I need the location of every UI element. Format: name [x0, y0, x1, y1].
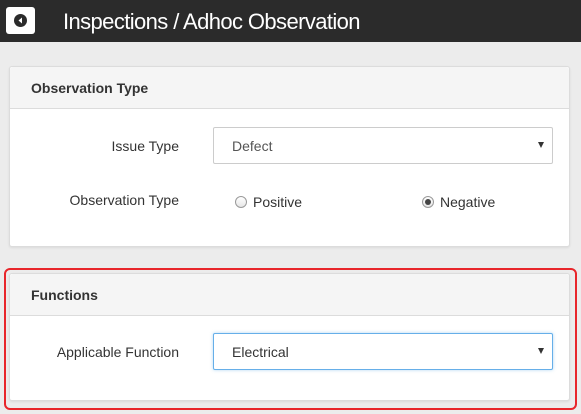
- chevron-down-icon: [538, 348, 544, 354]
- top-bar: Inspections / Adhoc Observation: [0, 0, 581, 42]
- back-button[interactable]: [6, 7, 35, 34]
- back-circle-icon: [14, 14, 27, 27]
- radio-unchecked-icon: [235, 196, 247, 208]
- radio-positive-label: Positive: [253, 194, 303, 210]
- observation-type-panel: Observation Type Issue Type Defect Obser…: [9, 66, 570, 247]
- functions-panel: Functions Applicable Function Electrical: [9, 273, 570, 401]
- page-title: Inspections / Adhoc Observation: [63, 9, 361, 34]
- radio-checked-icon: [422, 196, 434, 208]
- functions-panel-title: Functions: [10, 274, 569, 316]
- observation-type-panel-title: Observation Type: [10, 67, 569, 109]
- observation-type-label: Observation Type: [69, 192, 179, 208]
- issue-type-label: Issue Type: [111, 138, 179, 154]
- issue-type-value: Defect: [232, 137, 273, 154]
- applicable-function-value: Electrical: [232, 343, 289, 360]
- applicable-function-label: Applicable Function: [56, 344, 179, 360]
- radio-negative-label: Negative: [440, 194, 496, 210]
- chevron-down-icon: [538, 142, 544, 148]
- radio-positive[interactable]: Positive: [235, 194, 302, 210]
- applicable-function-select[interactable]: Electrical: [213, 333, 553, 370]
- radio-negative[interactable]: Negative: [422, 194, 495, 210]
- issue-type-select[interactable]: Defect: [213, 127, 553, 164]
